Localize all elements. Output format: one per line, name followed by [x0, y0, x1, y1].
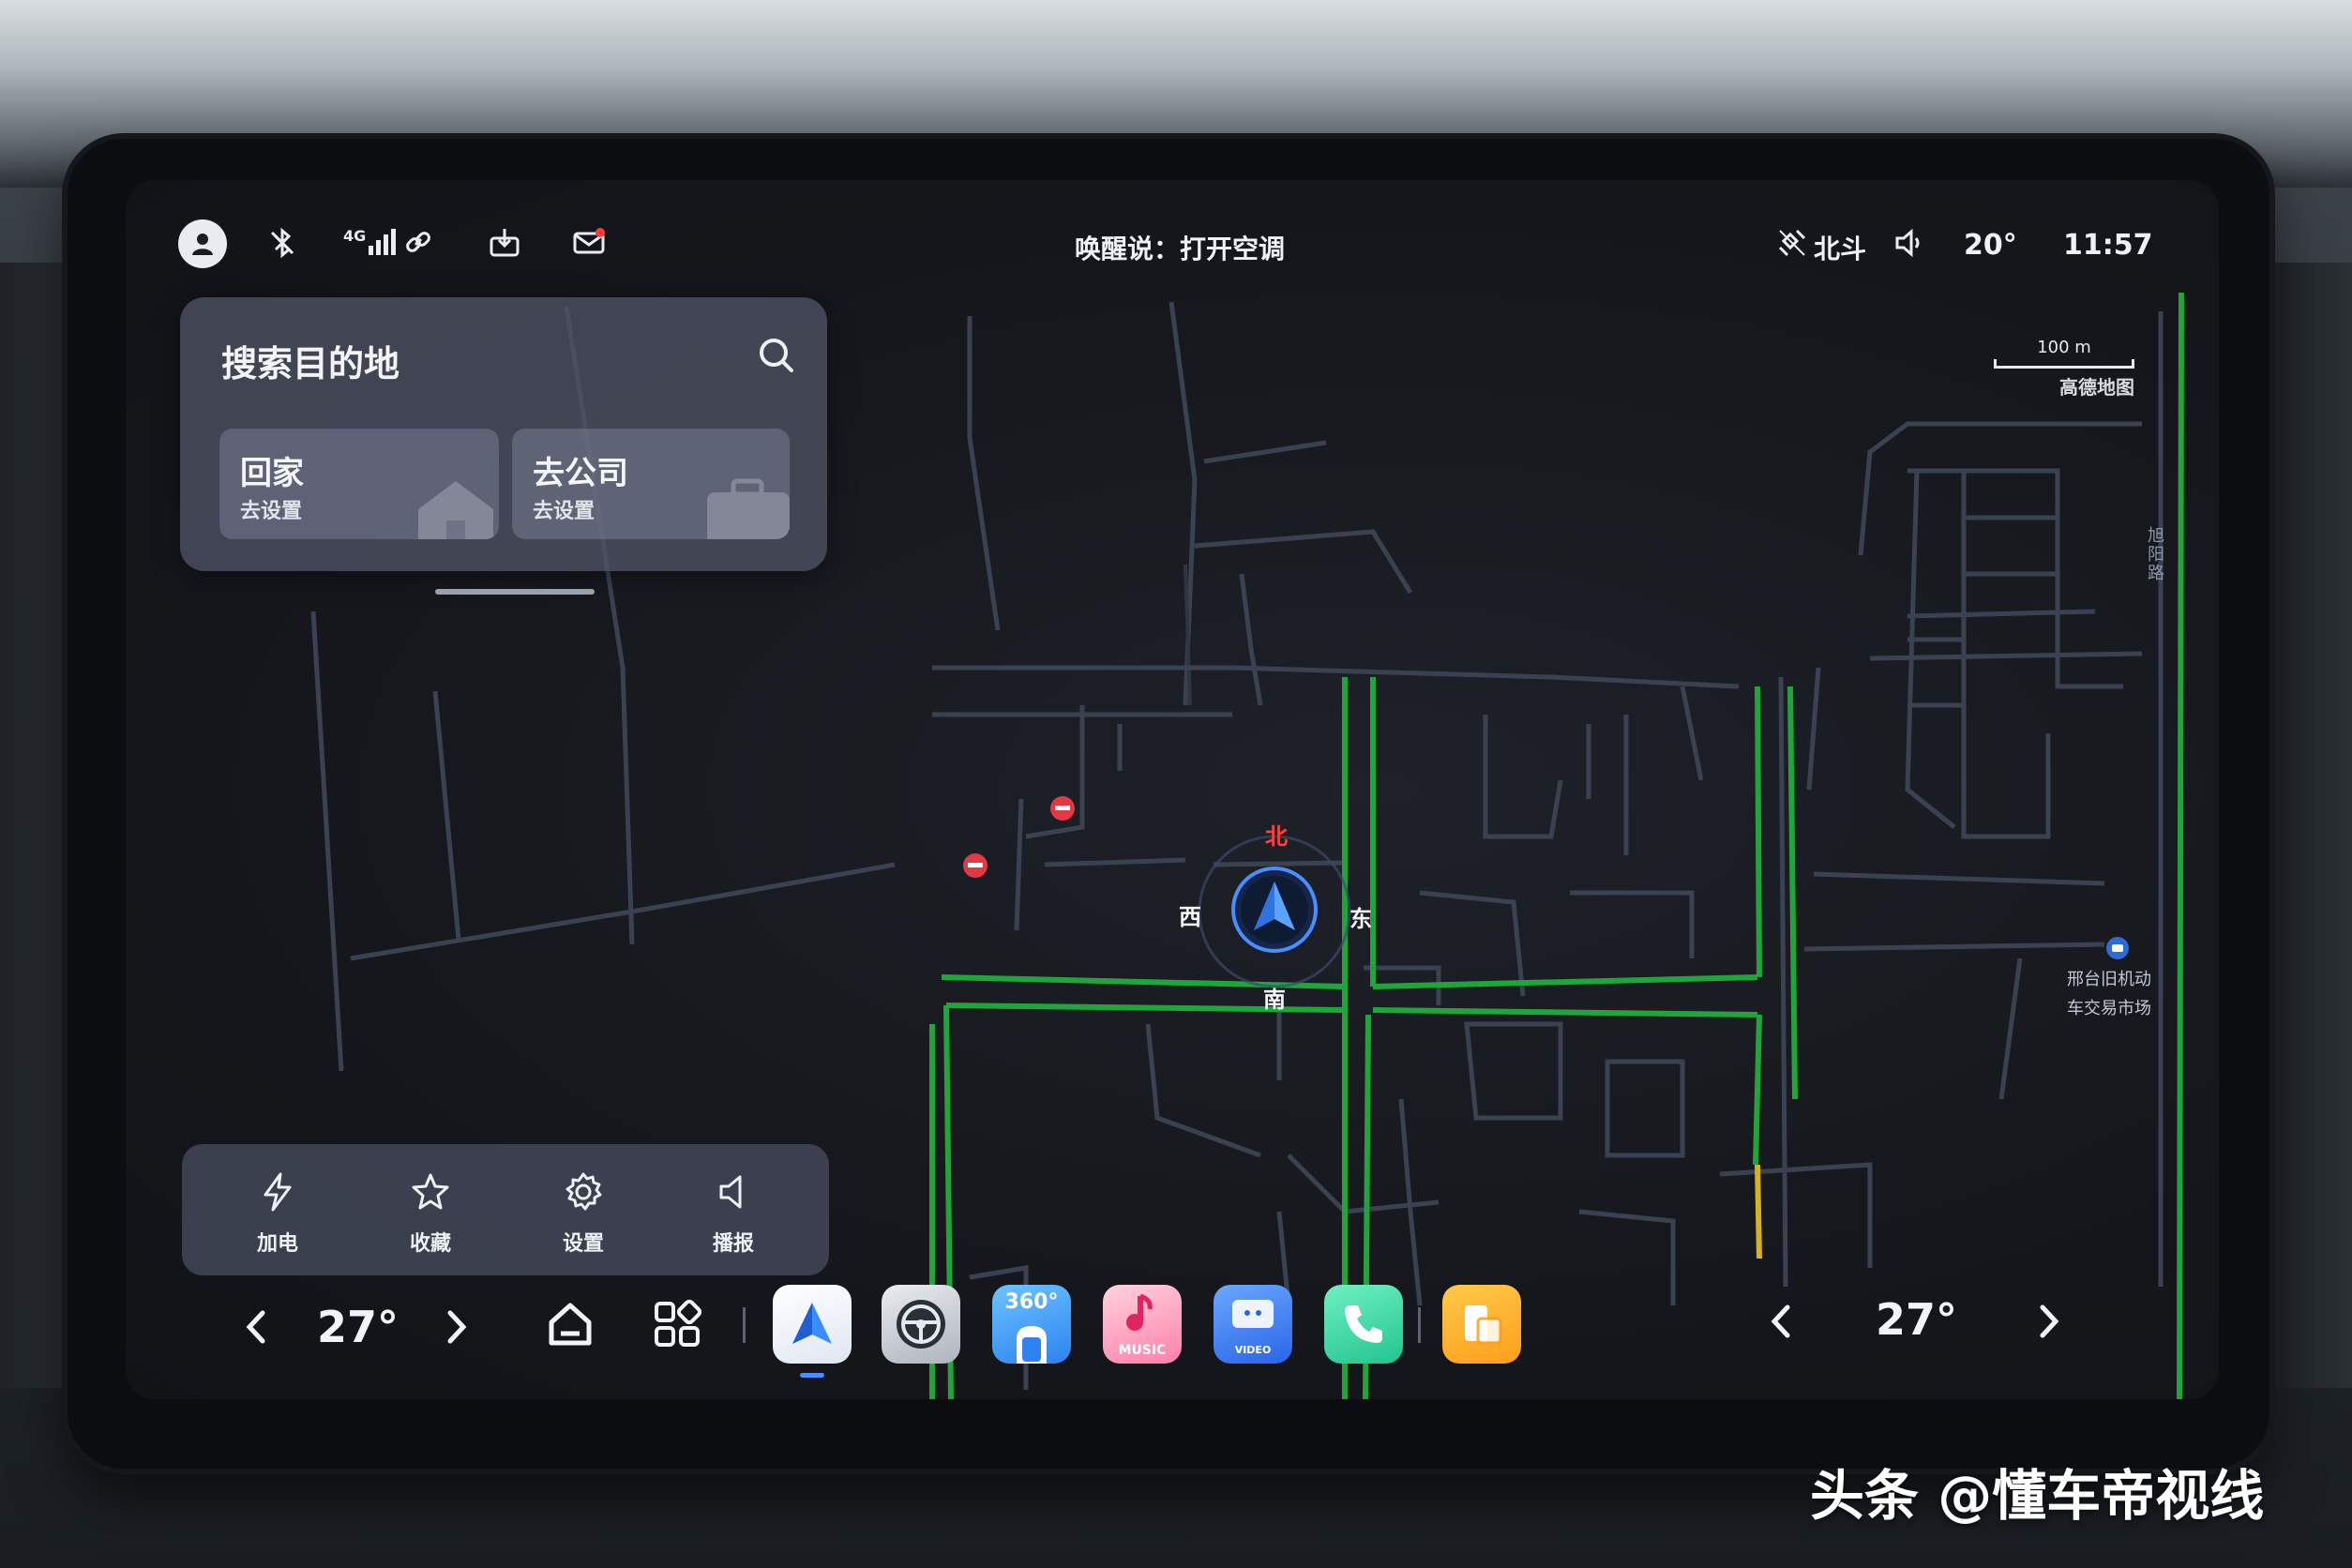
outside-temperature: 20° [1964, 229, 2017, 262]
search-title[interactable]: 搜索目的地 [221, 335, 400, 386]
message-icon[interactable] [572, 227, 606, 257]
bottom-dock: 27° 360° MUSIC VIDEO 27° [126, 1268, 2219, 1399]
lightning-icon [264, 1172, 292, 1212]
driver-temperature[interactable]: 27° [317, 1302, 399, 1352]
poi-label-line: 车交易市场 [2067, 998, 2151, 1018]
poi-label[interactable]: 邢台旧机动 车交易市场 [2067, 966, 2151, 1023]
briefcase-icon [707, 478, 790, 539]
user-icon [192, 234, 213, 255]
chevron-right-icon[interactable] [437, 1305, 475, 1349]
camera-360-label: 360° [1004, 1290, 1059, 1314]
go-work-label: 去公司 [533, 455, 628, 492]
road-label: 旭阳路 [2148, 526, 2164, 583]
volume-icon[interactable] [1892, 227, 1924, 259]
navigation-app-icon[interactable] [773, 1285, 852, 1364]
dock-separator [1418, 1307, 1421, 1343]
navigation-arrow-icon [792, 1303, 832, 1344]
camera-360-app-icon[interactable]: 360° [992, 1285, 1071, 1364]
dashboard-right [2268, 263, 2352, 1388]
quick-charge-button[interactable]: 加电 [231, 1170, 324, 1257]
chevron-right-icon[interactable] [2029, 1300, 2067, 1343]
poi-pin-market[interactable] [2106, 937, 2129, 959]
poi-pin[interactable] [963, 853, 988, 878]
home-icon[interactable] [544, 1298, 596, 1350]
music-note-icon [1126, 1293, 1153, 1331]
star-icon [412, 1173, 449, 1210]
house-icon [418, 481, 493, 539]
card-drag-handle[interactable] [435, 589, 595, 595]
quick-action-bar: 加电 收藏 设置 播报 [182, 1144, 829, 1275]
video-app-label: VIDEO [1234, 1344, 1272, 1356]
quick-settings-button[interactable]: 设置 [536, 1170, 630, 1257]
quick-favorites-label: 收藏 [409, 1232, 451, 1256]
active-app-indicator [800, 1373, 824, 1378]
vehicle-position-icon [1231, 867, 1318, 953]
quick-favorites-button[interactable]: 收藏 [384, 1170, 477, 1257]
voice-hint[interactable]: 唤醒说：打开空调 [1075, 229, 1285, 266]
go-home-button[interactable]: 回家 去设置 [219, 429, 499, 539]
compass-south: 南 [1263, 987, 1286, 1013]
compass-north: 北 [1265, 823, 1288, 850]
bluetooth-off-icon[interactable] [266, 227, 298, 259]
music-app-icon[interactable]: MUSIC [1103, 1285, 1182, 1364]
multi-screen-icon [1465, 1305, 1502, 1345]
infotainment-display: 4G 唤醒说：打开空调 北斗 20° 11:57 100 m 高德地图 旭阳路 … [126, 180, 2219, 1399]
cellular-signal-icon: 4G [343, 229, 397, 255]
clock: 11:57 [2063, 229, 2153, 262]
passenger-temperature[interactable]: 27° [1876, 1294, 1957, 1345]
gps-satellite-icon [1778, 229, 1806, 257]
phone-app-icon[interactable] [1324, 1285, 1403, 1364]
app-grid-icon[interactable] [651, 1298, 703, 1350]
scale-label: 100 m [2037, 338, 2091, 357]
video-screen-icon [1232, 1300, 1274, 1328]
map-provider-logo: 高德地图 [2059, 376, 2134, 399]
compass-east: 东 [1349, 906, 1372, 932]
go-home-label: 回家 [240, 455, 304, 492]
chevron-left-icon[interactable] [238, 1305, 276, 1349]
go-home-sub: 去设置 [240, 500, 303, 523]
map-scale: 100 m 高德地图 [1994, 338, 2134, 400]
speaker-icon [719, 1175, 742, 1209]
screen-mirror-app-icon[interactable] [1442, 1285, 1521, 1364]
chevron-left-icon[interactable] [1763, 1300, 1801, 1343]
infotainment-screen-bezel: 4G 唤醒说：打开空调 北斗 20° 11:57 100 m 高德地图 旭阳路 … [68, 139, 2269, 1469]
go-work-sub: 去设置 [533, 500, 596, 523]
scale-bar [1994, 359, 2134, 369]
go-work-button[interactable]: 去公司 去设置 [512, 429, 790, 539]
search-icon[interactable] [756, 335, 797, 376]
poi-label-line: 邢台旧机动 [2067, 970, 2151, 989]
quick-settings-label: 设置 [562, 1232, 604, 1256]
music-app-label: MUSIC [1118, 1343, 1167, 1358]
compass-west: 西 [1179, 904, 1201, 930]
quick-broadcast-label: 播报 [712, 1232, 754, 1256]
quick-broadcast-button[interactable]: 播报 [686, 1170, 780, 1257]
gear-icon [565, 1172, 602, 1211]
vehicle-settings-app-icon[interactable] [882, 1285, 960, 1364]
video-app-icon[interactable]: VIDEO [1214, 1285, 1292, 1364]
poi-pin[interactable] [1050, 796, 1075, 821]
quick-charge-label: 加电 [256, 1232, 298, 1256]
car-top-view-icon [1017, 1326, 1047, 1364]
link-icon [406, 232, 430, 252]
dock-separator [743, 1307, 746, 1343]
compass[interactable]: 北 西 东 南 [1179, 818, 1372, 1013]
watermark: 头条 @懂车帝视线 [1810, 1464, 2265, 1528]
phone-icon [1345, 1305, 1382, 1343]
gps-label: 北斗 [1814, 234, 1867, 264]
status-bar: 4G 唤醒说：打开空调 北斗 20° 11:57 [126, 218, 2219, 283]
download-update-icon[interactable] [488, 227, 521, 259]
user-avatar[interactable] [178, 219, 227, 268]
search-destination-card[interactable]: 搜索目的地 回家 去设置 去公司 去设置 [180, 297, 827, 571]
steering-wheel-icon [897, 1300, 945, 1349]
